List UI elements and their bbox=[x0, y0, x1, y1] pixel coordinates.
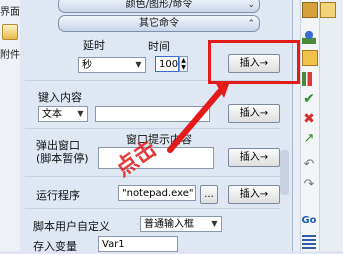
annotation-arrow bbox=[167, 82, 229, 153]
arrow-shaft bbox=[167, 86, 225, 153]
